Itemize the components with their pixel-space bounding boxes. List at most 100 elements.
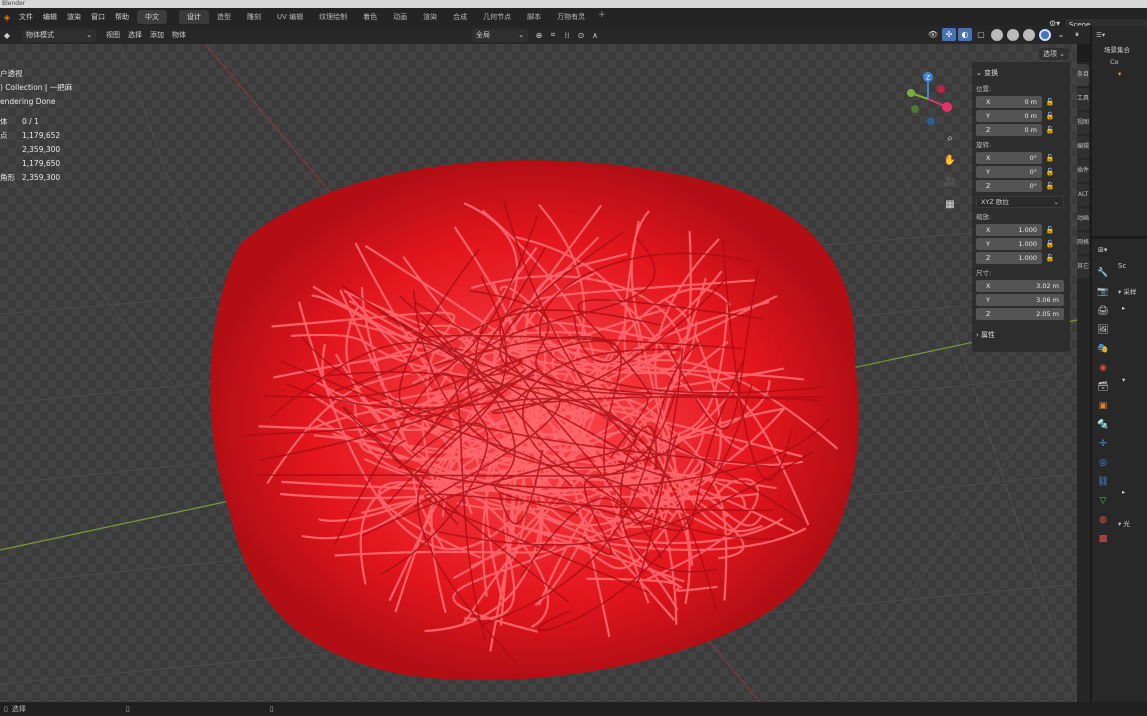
tab-sculpting[interactable]: 雕刻 <box>239 10 269 24</box>
menu-view[interactable]: 视图 <box>102 29 124 42</box>
rotation-z-field[interactable]: Z 0° <box>976 179 1042 192</box>
location-x-field[interactable]: X0 m <box>976 95 1042 108</box>
outliner-collection[interactable]: Co <box>1092 56 1147 68</box>
dimensions-y-field[interactable]: Y 3.06 m <box>976 293 1064 306</box>
scale-z-field[interactable]: Z 1.000 <box>976 251 1042 264</box>
lock-icon[interactable]: 🔓 <box>1042 240 1058 248</box>
sidebar-tab-other[interactable]: 其它 <box>1077 256 1089 278</box>
scale-x-field[interactable]: X 1.000 <box>976 223 1042 236</box>
snap-target-icon[interactable]: ⁞⁞ <box>560 29 574 42</box>
lock-icon[interactable]: 🔓 <box>1042 168 1058 176</box>
sidebar-tab-edit[interactable]: 编辑 <box>1077 136 1089 158</box>
pan-hand-icon[interactable]: ✋ <box>942 153 958 169</box>
material-shading-icon[interactable] <box>1023 28 1035 41</box>
lock-icon[interactable]: 🔓 <box>1042 182 1058 190</box>
neg-z-axis-handle[interactable] <box>927 117 935 125</box>
dimensions-x-field[interactable]: X 3.02 m <box>976 279 1064 292</box>
scene-icon[interactable]: 🎭 <box>1096 342 1110 356</box>
solid-shading-icon[interactable] <box>1007 28 1019 41</box>
lock-icon[interactable]: 🔓 <box>1042 226 1058 234</box>
tab-custom[interactable]: 万物有灵 <box>549 10 593 24</box>
xray-icon[interactable]: ▢ <box>974 28 988 41</box>
data-icon[interactable]: ▽ <box>1096 494 1110 508</box>
material-icon[interactable]: ◍ <box>1096 513 1110 527</box>
location-z-field[interactable]: Z0 m <box>976 123 1042 136</box>
transform-header[interactable]: ⌄ 变换 <box>976 66 1066 80</box>
lock-icon[interactable]: 🔓 <box>1042 126 1058 134</box>
editor-type-icon[interactable]: ◆ <box>0 29 14 42</box>
outliner-object[interactable]: ▾ <box>1092 68 1147 80</box>
tab-uv-editing[interactable]: UV 编辑 <box>269 10 311 24</box>
menu-edit[interactable]: 编辑 <box>38 8 62 26</box>
falloff-icon[interactable]: ∧ <box>588 29 602 42</box>
lock-icon[interactable]: 🔓 <box>1042 254 1058 262</box>
y-axis-handle[interactable] <box>907 89 915 97</box>
x-axis-handle[interactable] <box>942 102 952 112</box>
sidebar-tab-view[interactable]: 视图 <box>1077 112 1089 134</box>
menu-help[interactable]: 帮助 <box>110 8 134 26</box>
proportional-edit-icon[interactable]: ⊙ <box>574 29 588 42</box>
section-collapsed-2[interactable]: ▸ <box>1118 486 1147 498</box>
constraints-icon[interactable]: ⛓ <box>1096 475 1110 489</box>
mode-dropdown[interactable]: 物体模式 ⌄ <box>22 28 96 42</box>
menu-object[interactable]: 物体 <box>168 29 190 42</box>
tab-compositing[interactable]: 合成 <box>445 10 475 24</box>
outliner-scene-collection[interactable]: 场景集合 <box>1092 44 1147 56</box>
sidebar-tab-alt[interactable]: ALT <box>1077 184 1089 206</box>
options-button[interactable]: 选项 ⌄ <box>1039 48 1069 60</box>
location-y-field[interactable]: Y0 m <box>976 109 1042 122</box>
render-icon[interactable]: 📷 <box>1096 285 1110 299</box>
lock-icon[interactable]: 🔓 <box>1042 154 1058 162</box>
modifier-icon[interactable]: 🔩 <box>1096 418 1110 432</box>
camera-icon[interactable]: 🎥 <box>942 175 958 191</box>
sidebar-tab-animation[interactable]: 动画 <box>1077 208 1089 230</box>
collection-icon[interactable]: 🗃 <box>1096 380 1110 394</box>
outliner-editor-icon[interactable]: ☰▾ <box>1096 31 1105 39</box>
rotation-mode-dropdown[interactable]: XYZ 欧拉 ⌄ <box>976 195 1064 208</box>
transform-orientation-dropdown[interactable]: 全局 ⌄ <box>472 28 528 42</box>
menu-file[interactable]: 文件 <box>14 8 38 26</box>
tab-shading[interactable]: 着色 <box>355 10 385 24</box>
tab-geometry-nodes[interactable]: 几何节点 <box>475 10 519 24</box>
neg-y-axis-handle[interactable] <box>911 105 919 113</box>
menu-window[interactable]: 窗口 <box>86 8 110 26</box>
section-sampling[interactable]: ▾ 采样 <box>1118 286 1147 298</box>
object-icon[interactable]: ▣ <box>1096 399 1110 413</box>
add-workspace-button[interactable]: + <box>593 10 611 24</box>
pivot-point-icon[interactable]: ⊕ <box>532 29 546 42</box>
menu-render[interactable]: 渲染 <box>62 8 86 26</box>
shading-options-icon[interactable]: ⌄ <box>1054 28 1068 41</box>
wireframe-shading-icon[interactable] <box>991 28 1003 41</box>
snap-icon[interactable]: ⌗ <box>546 29 560 42</box>
pause-render-icon[interactable]: ⏸ <box>1070 28 1084 41</box>
perspective-grid-icon[interactable]: ▦ <box>942 197 958 213</box>
tab-layout[interactable]: 设计 <box>179 10 209 24</box>
section-collapsed-1[interactable]: ▸ <box>1118 302 1147 314</box>
rotation-y-field[interactable]: Y 0° <box>976 165 1042 178</box>
dimensions-z-field[interactable]: Z 2.05 m <box>976 307 1064 320</box>
visibility-icon[interactable]: 👁 <box>926 28 940 41</box>
tab-texture-paint[interactable]: 纹理绘制 <box>311 10 355 24</box>
sidebar-tab-addons[interactable]: 插件 <box>1077 160 1089 182</box>
physics-icon[interactable]: ◎ <box>1096 456 1110 470</box>
sidebar-tab-item[interactable]: 条目 <box>1077 64 1089 86</box>
properties-editor-icon[interactable]: ⊞▾ <box>1098 246 1107 254</box>
menu-select[interactable]: 选择 <box>124 29 146 42</box>
section-expanded-1[interactable]: ▾ <box>1118 374 1147 386</box>
3d-viewport[interactable]: 户透视 ) Collection | 一把麻 endering Done 体0 … <box>0 44 1077 702</box>
view-layer-icon[interactable]: 🖼 <box>1096 323 1110 337</box>
tab-animation[interactable]: 动画 <box>385 10 415 24</box>
tab-scripting[interactable]: 脚本 <box>519 10 549 24</box>
rotation-x-field[interactable]: X 0° <box>976 151 1042 164</box>
tool-icon[interactable]: 🔧 <box>1096 266 1110 280</box>
lock-icon[interactable]: 🔓 <box>1042 112 1058 120</box>
section-light-paths[interactable]: ▾ 光 <box>1118 518 1147 530</box>
blender-logo-icon[interactable]: ◈ <box>0 11 14 24</box>
properties-section-header[interactable]: › 属性 <box>976 328 1066 342</box>
rendered-shading-icon[interactable] <box>1039 28 1051 41</box>
language-button[interactable]: 中文 <box>137 10 167 24</box>
gizmo-toggle-icon[interactable]: ✣ <box>942 28 956 41</box>
zoom-icon[interactable]: ⌕ <box>942 131 958 147</box>
menu-add[interactable]: 添加 <box>146 29 168 42</box>
world-icon[interactable]: ◉ <box>1096 361 1110 375</box>
